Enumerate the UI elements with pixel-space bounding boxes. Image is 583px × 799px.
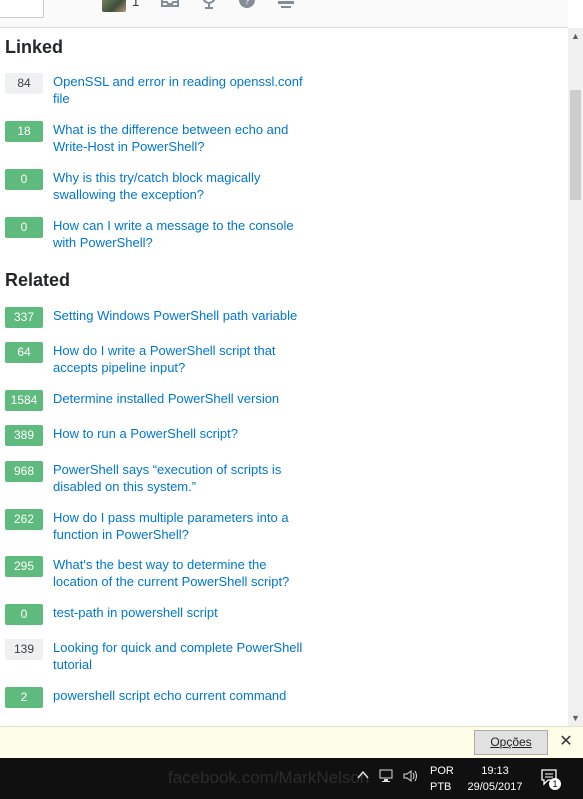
scrollbar-thumb[interactable] (570, 90, 581, 200)
site-header: 1 ? (0, 0, 568, 28)
taskbar: facebook.com/MarkNelson POR PTB 19:13 29… (0, 758, 583, 799)
network-icon[interactable] (378, 768, 396, 787)
search-input[interactable] (0, 0, 44, 18)
options-button[interactable]: Opções (474, 730, 548, 755)
notification-count-badge: 1 (549, 778, 561, 790)
input-language[interactable]: POR PTB (430, 763, 454, 795)
scroll-down-icon[interactable]: ▼ (568, 710, 583, 726)
question-link[interactable]: How do I write a PowerShell script that … (53, 342, 313, 376)
achievements-icon[interactable] (199, 0, 219, 10)
svg-text:?: ? (244, 0, 250, 7)
question-link[interactable]: Why is this try/catch block magically sw… (53, 169, 313, 203)
vote-count: 0 (5, 217, 43, 238)
question-link[interactable]: Looking for quick and complete PowerShel… (53, 639, 313, 673)
avatar[interactable] (102, 0, 126, 12)
vote-count: 1584 (5, 390, 43, 411)
vote-count: 262 (5, 509, 43, 530)
vote-count: 0 (5, 169, 43, 190)
vote-count: 2 (5, 687, 43, 708)
chevron-up-icon[interactable] (356, 768, 370, 785)
keyboard-layout: PTB (430, 781, 452, 793)
sidebar-content: Linked 84 OpenSSL and error in reading o… (0, 28, 568, 726)
vote-count: 84 (5, 73, 43, 94)
help-icon[interactable]: ? (237, 0, 257, 10)
vertical-scrollbar[interactable]: ▲ ▼ (568, 28, 583, 726)
vote-count: 295 (5, 556, 43, 577)
clock-date: 29/05/2017 (467, 781, 523, 793)
question-link[interactable]: How can I write a message to the console… (53, 217, 313, 251)
vote-count: 968 (5, 461, 43, 482)
scroll-up-icon[interactable]: ▲ (568, 28, 583, 44)
question-link[interactable]: Setting Windows PowerShell path variable (53, 307, 313, 324)
question-link[interactable]: PowerShell says “execution of scripts is… (53, 461, 313, 495)
vote-count: 0 (5, 604, 43, 625)
notification-bar: Opções ✕ (0, 726, 583, 758)
question-link[interactable]: powershell script echo current command (53, 687, 313, 704)
vote-count: 139 (5, 639, 43, 660)
question-link[interactable]: How do I pass multiple parameters into a… (53, 509, 313, 543)
question-link[interactable]: test-path in powershell script (53, 604, 313, 621)
question-link[interactable]: OpenSSL and error in reading openssl.con… (53, 73, 313, 107)
related-title: Related (5, 270, 71, 290)
site-switcher-icon[interactable] (276, 0, 296, 10)
question-link[interactable]: What is the difference between echo and … (53, 121, 313, 155)
language-code: POR (430, 765, 454, 777)
watermark-text: facebook.com/MarkNelson (168, 768, 370, 787)
linked-title: Linked (5, 37, 64, 57)
system-clock[interactable]: 19:13 29/05/2017 (462, 763, 528, 795)
question-link[interactable]: What's the best way to determine the loc… (53, 556, 313, 590)
question-link[interactable]: How to run a PowerShell script? (53, 425, 313, 442)
vote-count: 64 (5, 342, 43, 363)
vote-count: 389 (5, 425, 43, 446)
vote-count: 337 (5, 307, 43, 328)
close-icon[interactable]: ✕ (556, 731, 576, 753)
inbox-icon[interactable] (160, 0, 180, 10)
clock-time: 19:13 (481, 765, 509, 777)
volume-icon[interactable] (402, 768, 420, 787)
question-link[interactable]: Determine installed PowerShell version (53, 390, 313, 407)
reputation-count: 1 (132, 0, 140, 9)
vote-count: 18 (5, 121, 43, 142)
